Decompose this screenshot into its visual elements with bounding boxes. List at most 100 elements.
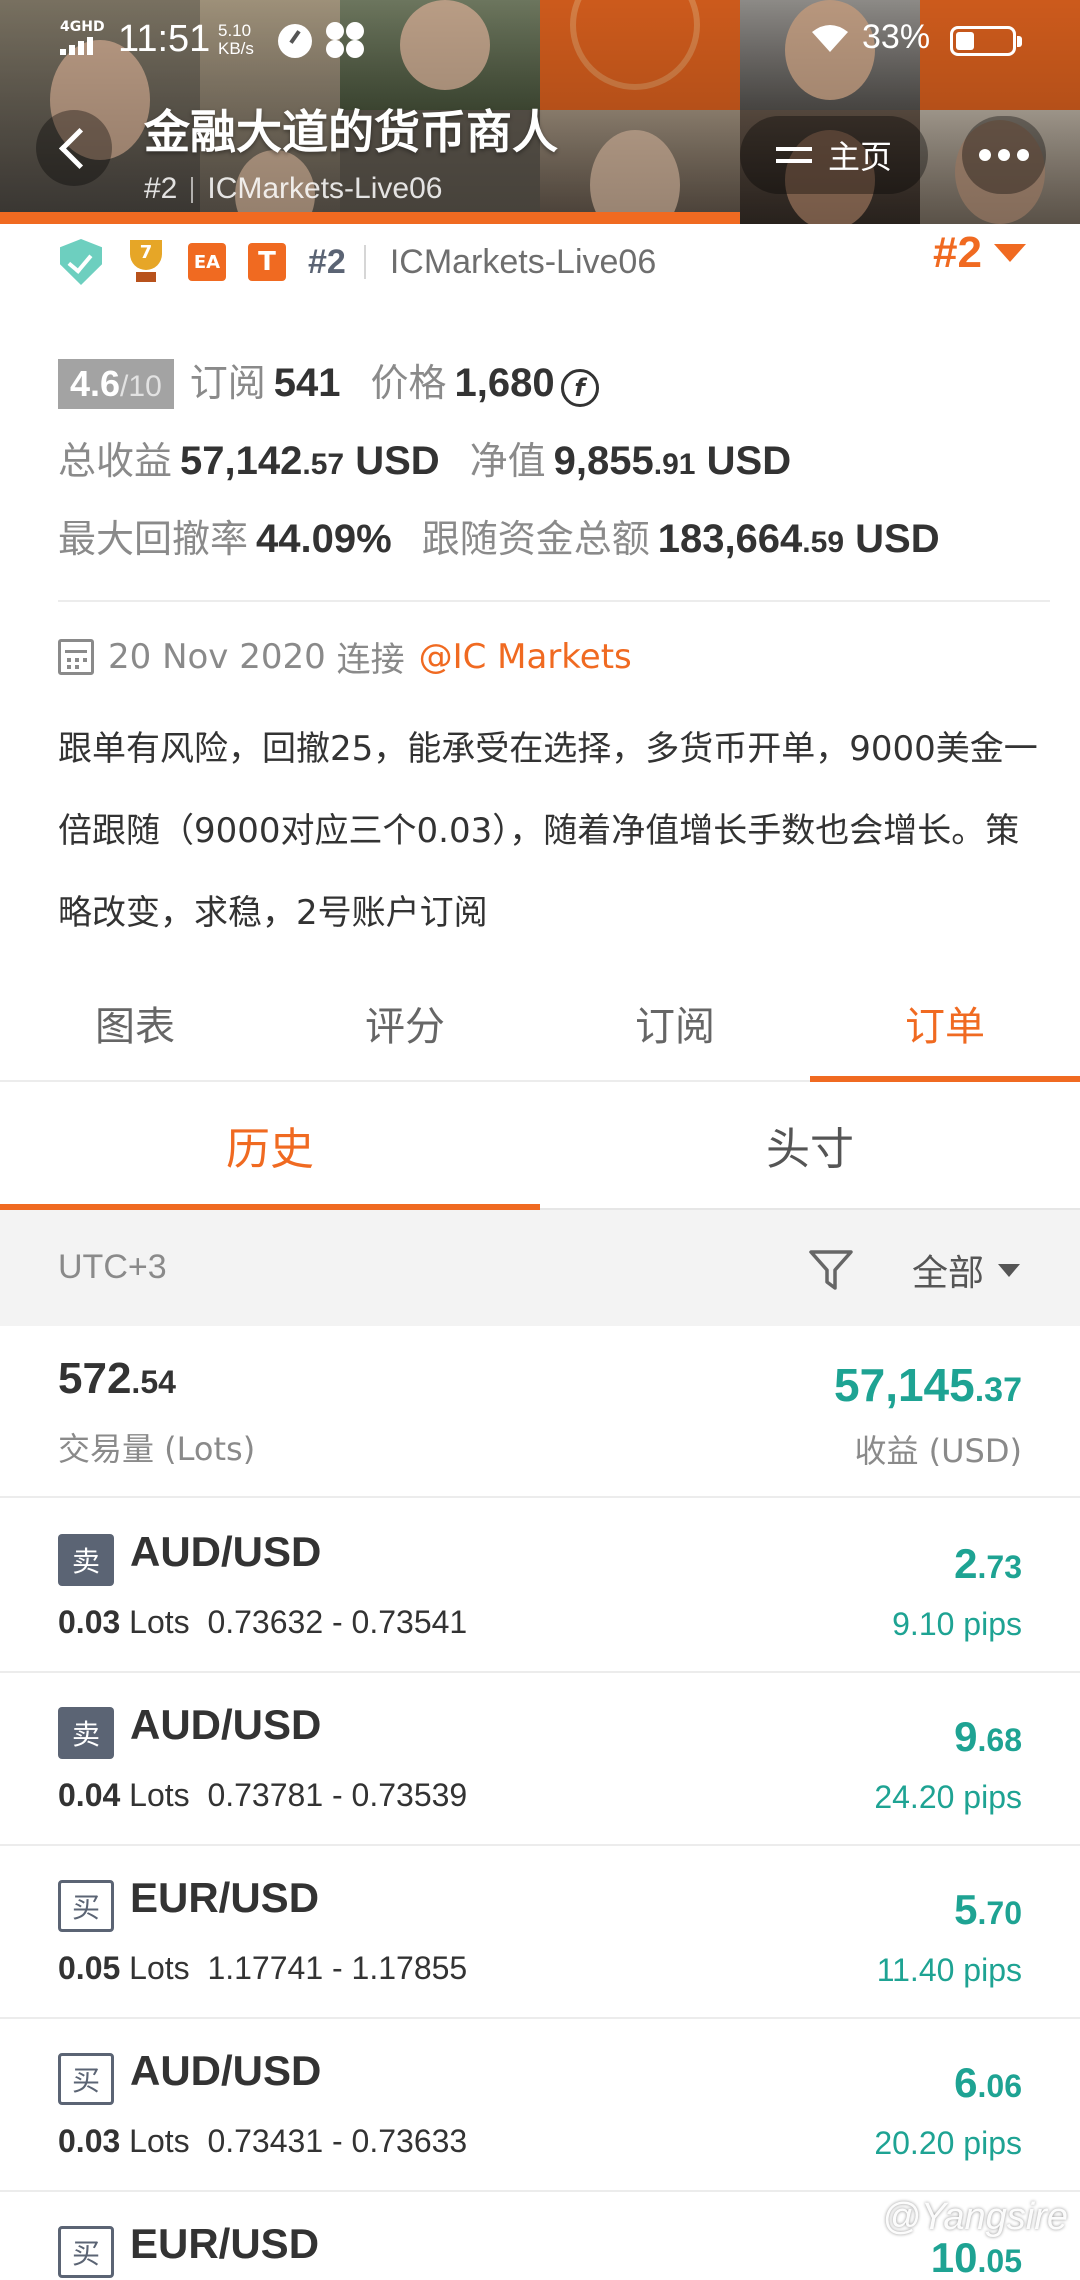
switch-icon xyxy=(775,141,816,169)
trade-profit: 6.06 xyxy=(954,2059,1022,2106)
trade-pair: AUD/USD xyxy=(130,1528,322,1575)
filter-icon[interactable] xyxy=(808,1248,854,1292)
trophy-icon[interactable]: 7 xyxy=(124,240,168,284)
network-speed: 5.10 KB/s xyxy=(218,22,254,58)
trade-profit: 10.05 xyxy=(930,2234,1022,2280)
side-badge: 买 xyxy=(58,2226,114,2278)
total-profit: 57,145.37 xyxy=(834,1359,1022,1411)
subscribe-label: 订阅 xyxy=(189,361,266,405)
more-button[interactable] xyxy=(962,116,1046,194)
side-badge: 卖 xyxy=(58,1534,114,1586)
trade-row[interactable]: 卖 AUD/USD 0.04 Lots 0.73781 - 0.73539 9.… xyxy=(0,1673,1080,1846)
t-badge[interactable]: T xyxy=(248,243,286,281)
connect-date: 20 Nov 2020 xyxy=(108,636,326,677)
triangle-down-icon xyxy=(994,244,1026,262)
triangle-down-icon xyxy=(998,1263,1021,1277)
header-rank: #2 xyxy=(144,172,178,205)
broker-link[interactable]: @IC Markets xyxy=(419,637,632,677)
rank-dropdown[interactable]: #2 xyxy=(933,228,1026,278)
side-badge: 买 xyxy=(58,2053,114,2105)
follow-funds-label: 跟随资金总额 xyxy=(421,517,650,561)
stats-row-3: 最大回撤率 44.09% 跟随资金总额 183,664.59 USD xyxy=(58,508,940,563)
history-summary: 572.54 交易量 (Lots) 57,145.37 收益 (USD) xyxy=(0,1326,1080,1498)
ea-badge[interactable]: EA xyxy=(188,243,226,281)
stats-row-2: 总收益 57,142.57 USD 净值 9,855.91 USD xyxy=(58,430,791,485)
side-badge: 买 xyxy=(58,1880,114,1932)
total-profit-label: 总收益 xyxy=(58,439,173,483)
dot-icon xyxy=(998,149,1010,161)
total-lots-label: 交易量 (Lots) xyxy=(58,1430,256,1468)
trophy-number: 7 xyxy=(139,242,153,263)
side-badge: 卖 xyxy=(58,1707,114,1759)
drawdown-value: 44.09% xyxy=(256,517,392,561)
subscribe-value: 541 xyxy=(273,361,341,405)
trade-row[interactable]: 卖 AUD/USD 0.03 Lots 0.73632 - 0.73541 2.… xyxy=(0,1500,1080,1673)
trade-detail: 0.03 Lots 0.73632 - 0.73541 xyxy=(58,1604,468,1640)
trade-profit: 5.70 xyxy=(954,1886,1022,1933)
wifi-icon xyxy=(812,25,848,52)
signal-icon xyxy=(60,36,96,55)
badge-row: 7 EA T #2 ICMarkets-Live06 xyxy=(60,234,656,290)
back-button[interactable] xyxy=(36,110,112,186)
trade-row[interactable]: 买 EUR/USD 0.05 Lots 1.17741 - 1.17855 5.… xyxy=(0,1846,1080,2019)
connect-label: 连接 xyxy=(336,640,405,680)
speedometer-icon xyxy=(278,24,312,58)
tab-rating[interactable]: 评分 xyxy=(270,966,540,1080)
order-subtabs: 历史 头寸 xyxy=(0,1082,1080,1210)
trade-profit: 2.73 xyxy=(954,1540,1022,1587)
calendar-icon xyxy=(58,638,94,675)
home-label: 主页 xyxy=(827,138,892,176)
subtab-history[interactable]: 历史 xyxy=(0,1082,540,1210)
tab-orders[interactable]: 订单 xyxy=(810,966,1080,1082)
header-subtitle: #2 ICMarkets-Live06 xyxy=(144,172,442,206)
dot-icon xyxy=(1017,149,1029,161)
battery-percent: 33% xyxy=(862,18,931,56)
total-profit-label: 收益 (USD) xyxy=(854,1432,1022,1470)
tab-subscribe[interactable]: 订阅 xyxy=(540,966,810,1080)
price-label: 价格 xyxy=(370,361,447,405)
rank-dropdown-label: #2 xyxy=(933,228,982,277)
coin-icon: f xyxy=(560,369,599,407)
status-bar: 4GHD 11:51 5.10 KB/s 33% xyxy=(0,0,1080,80)
tab-chart[interactable]: 图表 xyxy=(0,966,270,1080)
trade-pips: 11.40 pips xyxy=(876,1952,1022,1988)
network-type: 4GHD xyxy=(60,19,105,35)
divider xyxy=(58,600,1050,602)
divider xyxy=(191,177,194,204)
speed-value: 5.10 xyxy=(218,21,252,40)
trade-pair: EUR/USD xyxy=(130,1874,320,1921)
server-label: ICMarkets-Live06 xyxy=(389,242,657,281)
filter-bar: UTC+3 全部 xyxy=(0,1210,1080,1326)
equity-label: 净值 xyxy=(469,439,546,483)
stats-row-1: 4.6/10 订阅 541 价格 1,680 f xyxy=(58,352,599,409)
connection-info: 20 Nov 2020 连接 @IC Markets xyxy=(58,632,632,681)
trade-pair: EUR/USD xyxy=(130,2220,320,2267)
home-button[interactable]: 主页 xyxy=(740,116,928,194)
trade-profit: 9.68 xyxy=(954,1713,1022,1760)
total-lots: 572.54 xyxy=(58,1354,176,1403)
verified-shield-icon[interactable] xyxy=(60,239,102,285)
trade-detail: 0.05 Lots 1.17741 - 1.17855 xyxy=(58,1950,468,1986)
battery-icon xyxy=(950,26,1022,56)
divider xyxy=(363,245,366,279)
rating-badge: 4.6/10 xyxy=(58,359,174,409)
filter-dropdown[interactable]: 全部 xyxy=(912,1244,1021,1296)
timezone-label: UTC+3 xyxy=(58,1248,167,1286)
drawdown-label: 最大回撤率 xyxy=(58,517,249,561)
dot-icon xyxy=(979,149,991,161)
rating-value: 4.6 xyxy=(70,363,121,404)
equity-value: 9,855.91 USD xyxy=(553,439,792,483)
strategy-description: 跟单有风险，回撤25，能承受在选择，多货币开单，9000美金一倍跟随（9000对… xyxy=(58,729,1038,933)
trade-pair: AUD/USD xyxy=(130,1701,322,1748)
main-tabs: 图表 评分 订阅 订单 xyxy=(0,966,1080,1082)
watermark: @Yangsire xyxy=(882,2196,1068,2238)
trade-pips: 24.20 pips xyxy=(874,1779,1022,1815)
subtab-positions[interactable]: 头寸 xyxy=(540,1082,1080,1208)
trade-row[interactable]: 买 AUD/USD 0.03 Lots 0.73431 - 0.73633 6.… xyxy=(0,2019,1080,2192)
rating-denominator: /10 xyxy=(120,370,162,403)
speed-unit: KB/s xyxy=(218,39,254,58)
rank-label: #2 xyxy=(308,242,346,281)
clock: 11:51 xyxy=(118,18,211,60)
filter-dropdown-label: 全部 xyxy=(912,1253,985,1294)
trade-detail: 0.03 Lots 0.73431 - 0.73633 xyxy=(58,2123,468,2159)
